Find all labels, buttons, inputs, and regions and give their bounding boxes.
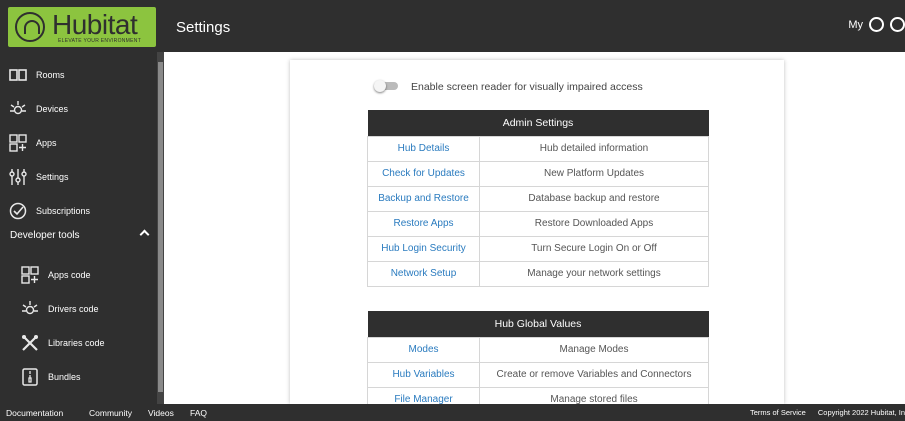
sidebar-item-label: Devices (36, 104, 69, 114)
screen-reader-toggle[interactable] (374, 80, 400, 92)
search-icon[interactable] (869, 17, 884, 32)
row-description: Manage Modes (479, 336, 709, 363)
apps-code-icon (18, 266, 42, 284)
hub-global-values-table: Hub Global Values Modes Manage Modes Hub … (367, 311, 709, 413)
subscriptions-icon (6, 202, 30, 220)
hub-variables-link[interactable]: Hub Variables (367, 361, 480, 388)
sidebar-item-label: Apps code (48, 270, 91, 280)
restore-apps-link[interactable]: Restore Apps (367, 210, 480, 237)
admin-settings-table: Admin Settings Hub Details Hub detailed i… (367, 110, 709, 287)
table-header: Admin Settings (367, 110, 709, 136)
hub-details-link[interactable]: Hub Details (367, 135, 480, 162)
logo-text: Hubitat (52, 9, 138, 40)
header-right: My (848, 17, 905, 32)
faq-link[interactable]: FAQ (190, 408, 207, 418)
copyright-text: Copyright 2022 Hubitat, In (817, 408, 905, 417)
help-icon[interactable] (890, 17, 905, 32)
rooms-icon (6, 66, 30, 84)
sidebar-item-label: Libraries code (48, 338, 105, 348)
hubitat-logo[interactable]: Hubitat ELEVATE YOUR ENVIRONMENT (8, 7, 156, 47)
devices-icon (6, 100, 30, 118)
my-link[interactable]: My (848, 19, 863, 31)
logo-house-icon (15, 12, 45, 42)
sidebar-item-label: Subscriptions (36, 206, 91, 216)
sidebar-item-settings[interactable]: Settings (0, 160, 156, 194)
row-description: Create or remove Variables and Connector… (479, 361, 709, 388)
developer-tools-header[interactable]: Developer tools (10, 230, 79, 241)
toggle-knob (374, 80, 386, 92)
sidebar-item-bundles[interactable]: Bundles (12, 360, 168, 394)
documentation-link[interactable]: Documentation (6, 408, 63, 418)
sidebar-item-drivers-code[interactable]: Drivers code (12, 292, 168, 326)
row-description: Restore Downloaded Apps (479, 210, 709, 237)
table-row: Restore Apps Restore Downloaded Apps (367, 210, 709, 237)
footer-right: Terms of Service Copyright 2022 Hubitat,… (750, 408, 905, 417)
table-row: Network Setup Manage your network setting… (367, 260, 709, 287)
sidebar-item-label: Rooms (36, 70, 65, 80)
modes-link[interactable]: Modes (367, 336, 480, 363)
apps-icon (6, 134, 30, 152)
libraries-code-icon (18, 334, 42, 352)
row-description: New Platform Updates (479, 160, 709, 187)
sidebar-item-label: Drivers code (48, 304, 99, 314)
sidebar-item-subscriptions[interactable]: Subscriptions (0, 194, 156, 228)
row-description: Database backup and restore (479, 185, 709, 212)
drivers-code-icon (18, 300, 42, 318)
sidebar-item-apps[interactable]: Apps (0, 126, 156, 160)
sidebar-item-devices[interactable]: Devices (0, 92, 156, 126)
row-description: Manage your network settings (479, 260, 709, 287)
bundles-icon (18, 368, 42, 386)
sidebar-item-label: Apps (36, 138, 57, 148)
videos-link[interactable]: Videos (148, 408, 174, 418)
table-row: Hub Variables Create or remove Variables … (367, 361, 709, 388)
community-link[interactable]: Community (89, 408, 132, 418)
backup-and-restore-link[interactable]: Backup and Restore (367, 185, 480, 212)
sidebar-item-label: Bundles (48, 372, 81, 382)
terms-of-service-link[interactable]: Terms of Service (750, 408, 806, 417)
sidebar-item-libraries-code[interactable]: Libraries code (12, 326, 168, 360)
row-description: Hub detailed information (479, 135, 709, 162)
sidebar-item-apps-code[interactable]: Apps code (12, 258, 168, 292)
table-row: Check for Updates New Platform Updates (367, 160, 709, 187)
table-row: Hub Details Hub detailed information (367, 135, 709, 162)
row-description: Turn Secure Login On or Off (479, 235, 709, 262)
sidebar-item-rooms[interactable]: Rooms (0, 58, 156, 92)
network-setup-link[interactable]: Network Setup (367, 260, 480, 287)
logo-tagline: ELEVATE YOUR ENVIRONMENT (58, 38, 142, 44)
table-row: Hub Login Security Turn Secure Login On o… (367, 235, 709, 262)
table-header: Hub Global Values (367, 311, 709, 337)
top-bar: Hubitat ELEVATE YOUR ENVIRONMENT Setting… (0, 0, 905, 52)
screen-reader-label: Enable screen reader for visually impair… (411, 81, 643, 93)
check-for-updates-link[interactable]: Check for Updates (367, 160, 480, 187)
settings-icon (6, 168, 30, 186)
table-row: Backup and Restore Database backup and re… (367, 185, 709, 212)
page-title: Settings (176, 19, 231, 36)
sidebar-item-label: Settings (36, 172, 69, 182)
table-row: Modes Manage Modes (367, 336, 709, 363)
footer-bar: Documentation Community Videos FAQ Terms… (0, 404, 905, 421)
hub-login-security-link[interactable]: Hub Login Security (367, 235, 480, 262)
